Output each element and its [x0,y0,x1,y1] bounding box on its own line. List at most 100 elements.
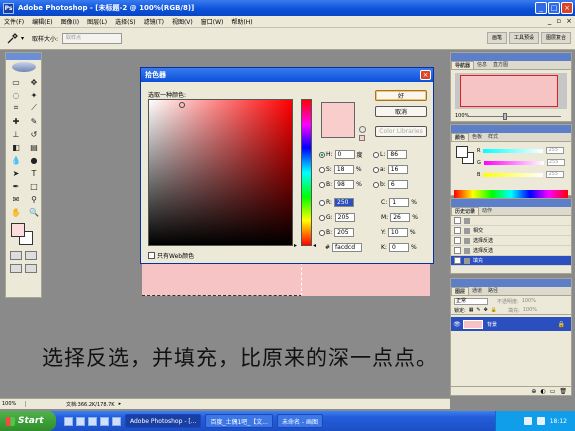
minimize-button[interactable]: _ [535,2,547,14]
sample-size-select[interactable]: 取样点 [62,33,123,44]
history-brush-icon[interactable]: ↺ [26,128,42,140]
red-slider[interactable] [483,148,544,153]
adobe-feather-icon[interactable] [6,60,41,74]
tab-tool-presets[interactable]: 工具预设 [508,32,539,44]
document-canvas[interactable] [142,262,430,296]
web-colors-checkbox[interactable] [148,252,155,259]
notes-tool-icon[interactable]: ✉ [8,193,24,205]
tab-navigator[interactable]: 导航器 [451,61,475,69]
color-libraries-button[interactable]: Color Libraries [375,126,427,137]
tab-paths[interactable]: 路径 [485,287,501,295]
green-radio[interactable] [319,214,325,221]
doc-minimize-button[interactable]: _ [548,17,552,25]
shape-tool-icon[interactable]: □ [26,180,42,192]
opacity-value[interactable]: 100% [522,298,536,304]
color-marker-icon[interactable] [179,102,185,108]
history-snapshot-checkbox[interactable] [454,257,461,264]
yellow-input[interactable]: 10 [387,228,408,237]
menu-filter[interactable]: 滤镜(T) [140,17,168,26]
path-select-icon[interactable]: ➤ [8,167,24,179]
tool-preset-caret-icon[interactable]: ▾ [21,35,24,42]
crop-tool-icon[interactable]: ⌗ [8,102,24,114]
taskbar-task-button[interactable]: 百度_土偶1吧_【文... [205,414,273,428]
browser-icon[interactable] [76,416,85,426]
menu-image[interactable]: 图像(I) [57,17,83,26]
hue-input[interactable]: 0 [334,150,355,159]
slice-tool-icon[interactable]: ⟋ [26,102,42,114]
pen-tool-icon[interactable]: ✒ [8,180,24,192]
layer-row-background[interactable]: 👁 背景 🔒 [451,317,571,331]
tab-channels[interactable]: 通道 [469,287,485,295]
eyedropper-icon[interactable] [4,31,20,47]
screen-mode-full-button[interactable] [24,264,37,273]
adjustment-layer-icon[interactable]: ◐ [540,388,545,395]
lock-position-icon[interactable]: ✥ [484,307,488,313]
explorer-icon[interactable] [88,416,97,426]
history-snapshot-checkbox[interactable] [454,217,461,224]
lab-a-input[interactable]: 16 [387,165,408,174]
green-slider[interactable] [483,160,544,165]
menu-file[interactable]: 文件(F) [0,17,28,26]
black-input[interactable]: 0 [388,243,409,252]
eyedropper-tool-icon[interactable]: ⚲ [26,193,42,205]
tab-info[interactable]: 信息 [474,61,490,69]
type-tool-icon[interactable]: T [26,167,42,179]
lasso-tool-icon[interactable]: ◌ [8,89,24,101]
foreground-color-swatch[interactable] [11,223,25,237]
history-snapshot-checkbox[interactable] [454,247,461,254]
history-item[interactable]: 相交 [451,226,571,236]
magenta-input[interactable]: 26 [390,213,411,222]
quick-mask-button[interactable] [24,251,37,260]
maximize-button[interactable]: □ [548,2,560,14]
status-zoom[interactable]: 100% [0,401,26,407]
visibility-eye-icon[interactable]: 👁 [451,321,463,328]
standard-mode-button[interactable] [10,251,23,260]
gradient-tool-icon[interactable]: ▤ [26,141,42,153]
taskbar-task-button[interactable]: 未命名 - 画图 [277,414,323,428]
cyan-input[interactable]: 1 [389,198,410,207]
history-item[interactable]: 选择反选 [451,236,571,246]
blend-mode-select[interactable]: 正常 [454,297,488,305]
tab-layer-comps[interactable]: 图层复合 [540,32,571,44]
out-of-gamut-icon[interactable] [359,126,366,133]
tab-layers[interactable]: 图层 [451,287,470,295]
hue-radio[interactable] [319,151,325,158]
lab-b-radio[interactable] [373,181,379,188]
hex-input[interactable]: facdcd [332,243,363,252]
move-tool-icon[interactable]: ✥ [26,76,42,88]
red-input[interactable]: 250 [334,198,355,207]
blue-value[interactable]: 255 [546,171,565,178]
media-icon[interactable] [100,416,109,426]
eraser-tool-icon[interactable]: ◧ [8,141,24,153]
menu-help[interactable]: 帮助(H) [227,17,256,26]
menu-select[interactable]: 选择(S) [111,17,140,26]
tab-actions[interactable]: 动作 [479,207,495,215]
doc-restore-button[interactable]: ▫ [556,17,561,25]
zoom-knob[interactable] [503,113,507,120]
menu-window[interactable]: 窗口(W) [197,17,228,26]
tab-color[interactable]: 颜色 [451,133,470,141]
lab-a-radio[interactable] [373,166,379,173]
view-box[interactable] [460,75,558,107]
fill-value[interactable]: 100% [523,307,537,313]
red-value[interactable]: 255 [546,147,565,154]
saturation-brightness-field[interactable] [148,99,293,246]
clone-stamp-icon[interactable]: ⊥ [8,128,24,140]
menu-view[interactable]: 视图(V) [168,17,197,26]
marquee-tool-icon[interactable]: ▭ [8,76,24,88]
tab-styles[interactable]: 样式 [485,133,501,141]
history-item[interactable] [451,216,571,226]
new-layer-icon[interactable]: ▭ [550,388,556,395]
color-spectrum-bar[interactable] [454,190,568,198]
history-snapshot-checkbox[interactable] [454,237,461,244]
magic-wand-icon[interactable]: ✦ [26,89,42,101]
saturation-radio[interactable] [319,166,325,173]
lab-l-input[interactable]: 86 [387,150,408,159]
cancel-button[interactable]: 取消 [375,106,427,117]
brush-tool-icon[interactable]: ✎ [26,115,42,127]
tab-history[interactable]: 历史记录 [451,207,480,215]
blue-slider[interactable] [483,172,544,177]
start-button[interactable]: Start [0,411,56,431]
hue-slider-left-arrow-icon[interactable]: ▸ [294,242,297,249]
desktop-icon[interactable] [64,416,73,426]
